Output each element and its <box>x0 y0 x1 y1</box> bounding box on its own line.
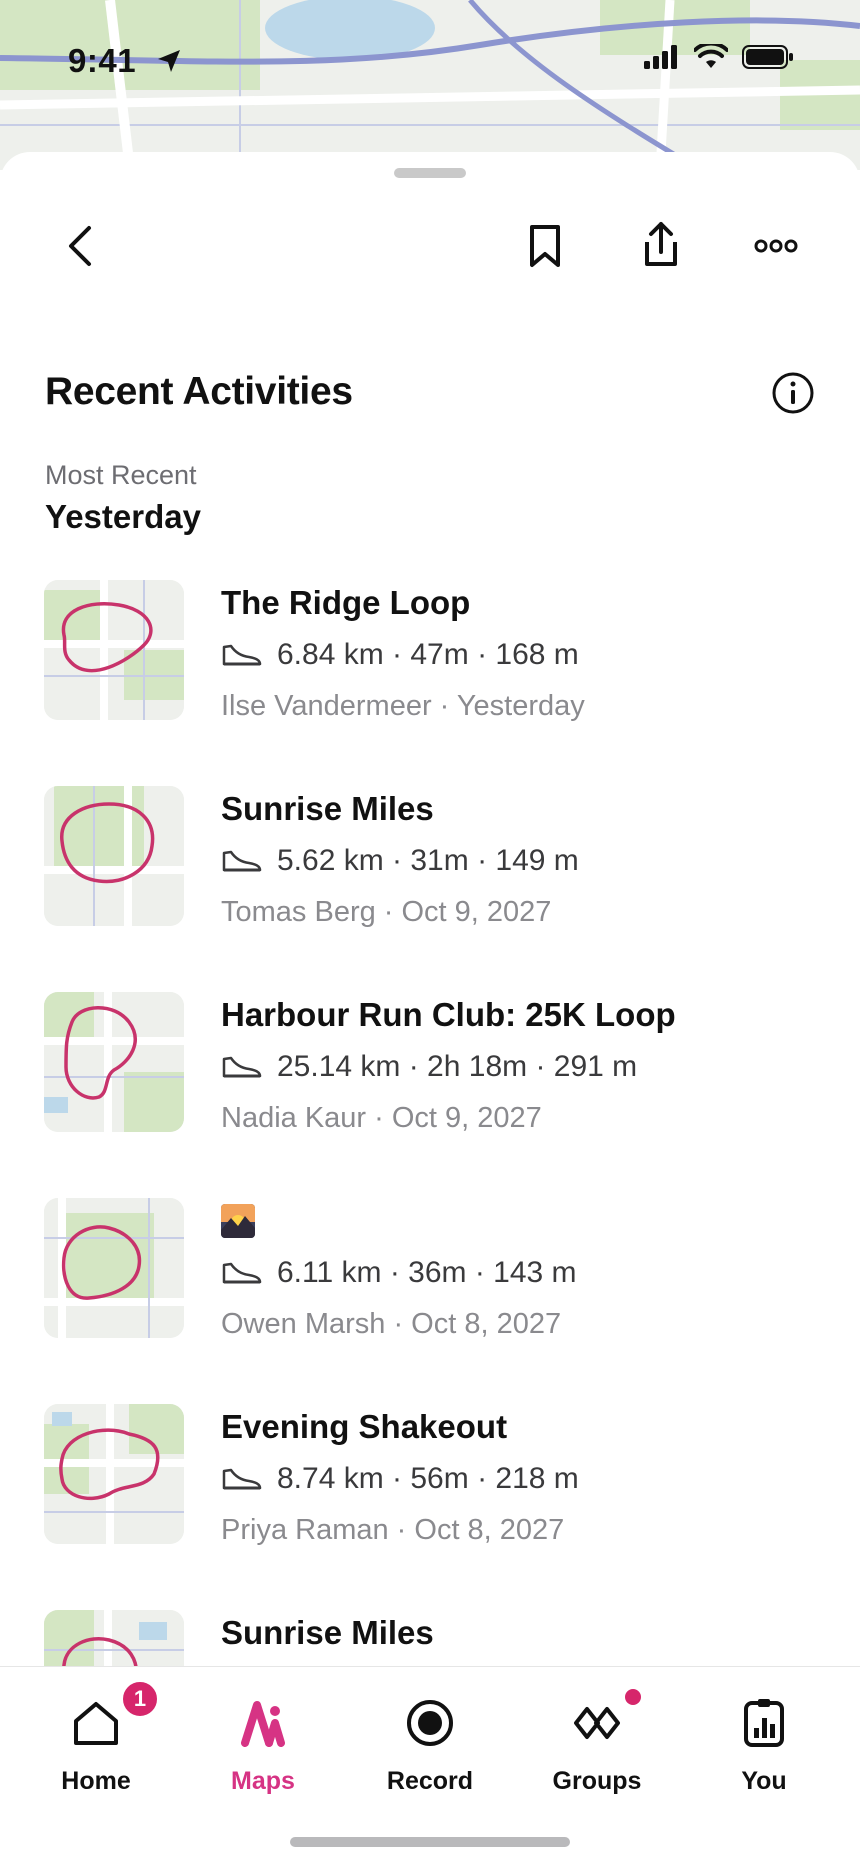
record-icon <box>402 1695 458 1751</box>
list-item[interactable]: Harbour Run Club: 25K Loop 25.14 km · 2h… <box>0 992 860 1198</box>
cellular-signal-icon <box>644 45 677 69</box>
activity-stats-text: 6.11 km · 36m · 143 m <box>277 1256 577 1289</box>
list-item[interactable]: Sunrise Miles 5.62 km · 31m · 149 m Toma… <box>0 786 860 992</box>
activities-sheet: Recent Activities Most Recent Yesterday <box>0 152 860 1864</box>
page-title: Recent Activities <box>45 370 353 413</box>
route-map-thumbnail <box>44 786 184 926</box>
shoe-icon <box>222 850 262 872</box>
chevron-left-icon <box>69 226 91 266</box>
activity-meta: Tomas Berg · Oct 9, 2027 <box>221 896 552 928</box>
activity-list: The Ridge Loop 6.84 km · 47m · 168 m Ils… <box>0 580 860 1816</box>
list-item[interactable]: 6.11 km · 36m · 143 m Owen Marsh · Oct 8… <box>0 1198 860 1404</box>
shoe-icon <box>222 644 262 666</box>
tab-label: Home <box>61 1767 131 1795</box>
wifi-icon <box>694 44 728 68</box>
tab-home[interactable]: 1 Home <box>12 1667 180 1797</box>
activity-stats: 6.84 km · 47m · 168 m <box>221 638 579 672</box>
activity-stats-text: 6.84 km · 47m · 168 m <box>277 638 579 671</box>
sheet-grabber[interactable] <box>394 168 466 178</box>
battery-icon <box>742 45 793 69</box>
section-title: Yesterday <box>45 498 201 535</box>
activity-stats: 8.74 km · 56m · 218 m <box>221 1462 579 1496</box>
tab-label: Groups <box>552 1767 642 1795</box>
sunset-emoji-icon <box>221 1204 255 1238</box>
profile-stats-icon <box>736 1695 792 1751</box>
status-bar: 9:41 <box>0 0 860 110</box>
status-time: 9:41 <box>68 42 137 79</box>
maps-icon <box>235 1695 291 1751</box>
activity-meta: Nadia Kaur · Oct 9, 2027 <box>221 1102 542 1134</box>
activity-title: Evening Shakeout <box>221 1408 508 1445</box>
shoe-icon <box>222 1056 262 1078</box>
info-button[interactable] <box>768 368 818 418</box>
tab-label: Record <box>386 1767 474 1795</box>
list-item[interactable]: Evening Shakeout 8.74 km · 56m · 218 m P… <box>0 1404 860 1610</box>
notification-badge: 1 <box>120 1679 160 1719</box>
groups-icon <box>569 1695 625 1751</box>
route-map-thumbnail <box>44 1404 184 1544</box>
activity-stats: 6.11 km · 36m · 143 m <box>221 1256 577 1290</box>
activity-meta: Owen Marsh · Oct 8, 2027 <box>221 1308 562 1340</box>
activity-title: Sunrise Miles <box>221 790 434 827</box>
activity-stats-text: 5.62 km · 31m · 149 m <box>277 844 579 877</box>
bookmark-icon <box>530 225 560 267</box>
notification-dot <box>625 1689 641 1705</box>
status-icons <box>644 44 794 70</box>
route-map-thumbnail <box>44 1198 184 1338</box>
route-map-thumbnail <box>44 580 184 720</box>
route-map-thumbnail <box>44 992 184 1132</box>
list-item[interactable]: The Ridge Loop 6.84 km · 47m · 168 m Ils… <box>0 580 860 786</box>
activity-meta: Priya Raman · Oct 8, 2027 <box>221 1514 565 1546</box>
tab-record[interactable]: Record <box>346 1667 514 1797</box>
tab-bar: 1 Home Maps Record Groups You <box>0 1666 860 1864</box>
share-button[interactable] <box>629 212 693 276</box>
tab-maps[interactable]: Maps <box>179 1667 347 1797</box>
home-icon <box>68 1695 124 1751</box>
tab-label: Maps <box>231 1767 295 1795</box>
shoe-icon <box>222 1262 262 1284</box>
more-options-button[interactable] <box>744 214 808 278</box>
tab-label: You <box>741 1767 787 1795</box>
section-subtitle: Most Recent <box>45 460 197 490</box>
activity-meta: Ilse Vandermeer · Yesterday <box>221 690 585 722</box>
bookmark-button[interactable] <box>513 214 577 278</box>
back-button[interactable] <box>48 214 112 278</box>
info-icon <box>772 372 814 414</box>
ellipsis-icon <box>754 239 798 253</box>
home-indicator <box>290 1837 570 1847</box>
activity-stats: 25.14 km · 2h 18m · 291 m <box>221 1050 637 1084</box>
shoe-icon <box>222 1468 262 1490</box>
activity-title: The Ridge Loop <box>221 584 471 621</box>
activity-stats-text: 8.74 km · 56m · 218 m <box>277 1462 579 1495</box>
tab-you[interactable]: You <box>680 1667 848 1797</box>
activity-stats: 5.62 km · 31m · 149 m <box>221 844 579 878</box>
activity-stats-text: 25.14 km · 2h 18m · 291 m <box>277 1050 638 1083</box>
share-icon <box>645 222 677 266</box>
activity-title: Harbour Run Club: 25K Loop <box>221 996 676 1033</box>
location-arrow-icon <box>156 48 182 79</box>
activity-title: Sunrise Miles <box>221 1614 434 1651</box>
tab-groups[interactable]: Groups <box>513 1667 681 1797</box>
